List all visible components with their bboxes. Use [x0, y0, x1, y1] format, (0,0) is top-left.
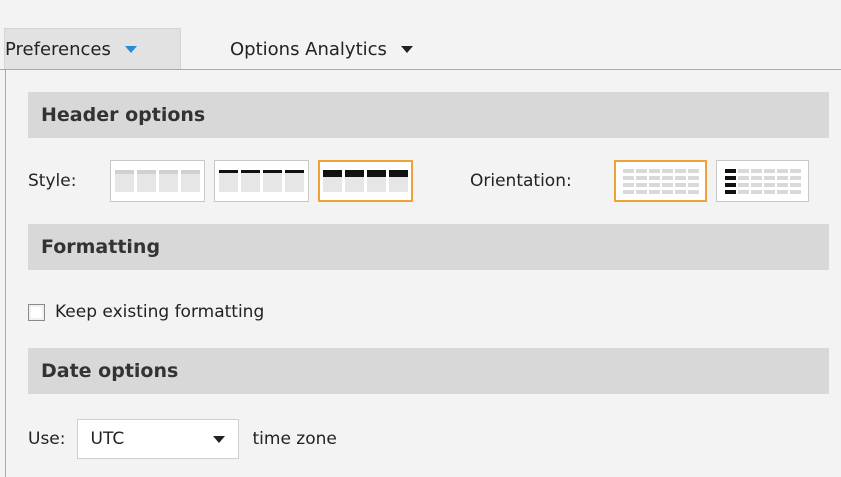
- header-style-light-button[interactable]: [110, 160, 205, 202]
- section-header-options: Header options: [28, 92, 829, 138]
- style-label: Style:: [28, 171, 77, 191]
- orientation-vertical-button[interactable]: [716, 160, 809, 202]
- header-style-thin-button[interactable]: [214, 160, 309, 202]
- orientation-horizontal-button[interactable]: [614, 160, 707, 202]
- header-style-bold-button[interactable]: [318, 160, 413, 202]
- section-formatting: Formatting: [28, 224, 829, 270]
- use-label: Use:: [28, 429, 66, 449]
- style-row: Style:: [28, 160, 76, 202]
- timezone-select[interactable]: UTC: [76, 419, 239, 459]
- tab-preferences[interactable]: Preferences: [4, 28, 181, 70]
- timezone-row: Use: UTC time zone: [28, 418, 337, 460]
- tab-preferences-label: Preferences: [5, 39, 111, 60]
- keep-formatting-checkbox[interactable]: [28, 303, 45, 321]
- keep-formatting-row[interactable]: Keep existing formatting: [28, 297, 264, 327]
- chevron-down-icon: [212, 435, 225, 443]
- chevron-down-icon: [400, 45, 413, 53]
- orientation-label: Orientation:: [470, 171, 572, 191]
- chevron-down-icon: [124, 46, 137, 53]
- timezone-value: UTC: [90, 429, 125, 449]
- keep-formatting-label: Keep existing formatting: [55, 302, 265, 322]
- timezone-suffix: time zone: [252, 429, 337, 449]
- section-date-options: Date options: [28, 348, 829, 394]
- tab-options-analytics-label: Options Analytics: [230, 38, 387, 60]
- tab-options-analytics[interactable]: Options Analytics: [230, 28, 413, 70]
- menu-bar: Preferences Options Analytics: [0, 0, 841, 70]
- orientation-row: Orientation:: [470, 160, 572, 202]
